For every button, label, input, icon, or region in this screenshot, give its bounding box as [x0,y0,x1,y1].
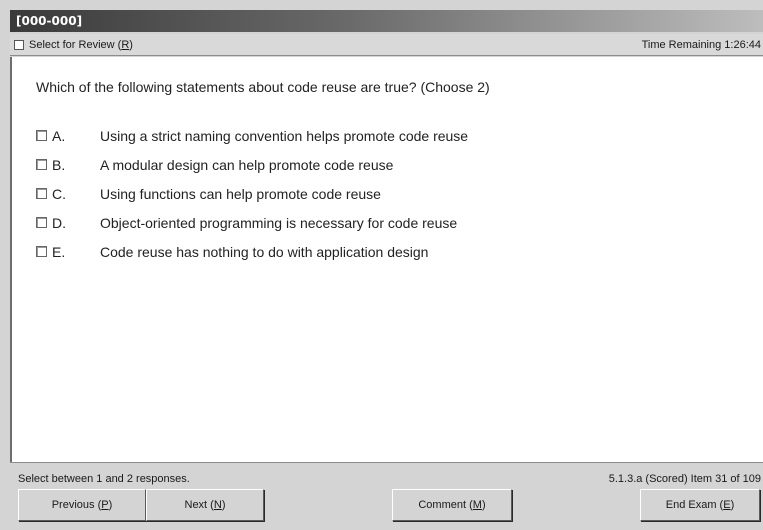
option-text: Code reuse has nothing to do with applic… [100,243,429,260]
previous-shortcut: P [101,499,109,511]
comment-button[interactable]: Comment (M) [392,489,512,521]
option-checkbox[interactable] [36,217,47,228]
next-label: Next [184,499,208,511]
answer-option-b[interactable]: B. A modular design can help promote cod… [36,150,468,179]
option-letter: D. [52,214,66,231]
answer-option-d[interactable]: D. Object-oriented programming is necess… [36,208,468,237]
time-remaining: Time Remaining 1:26:44 [641,38,761,51]
option-checkbox[interactable] [36,130,47,141]
option-letter: C. [52,185,66,202]
option-text: Object-oriented programming is necessary… [100,214,458,231]
comment-label: Comment [418,499,467,511]
question-panel: Which of the following statements about … [10,57,763,462]
option-letter: A. [52,127,66,144]
window-title-bar: [000-000] [10,10,763,32]
review-checkbox-box[interactable] [14,39,24,50]
review-label: Select for Review [29,38,115,51]
option-text: Using a strict naming convention helps p… [100,127,469,144]
select-for-review-checkbox[interactable]: Select for Review (R) [14,39,133,51]
end-exam-button[interactable]: End Exam (E) [640,489,760,521]
next-button[interactable]: Next (N) [146,489,264,521]
response-instructions: Select between 1 and 2 responses. [18,473,190,485]
comment-shortcut: M [472,499,482,511]
previous-label: Previous [51,499,95,511]
review-toolbar: Select for Review (R) Time Remaining 1:2… [10,34,763,56]
answer-option-c[interactable]: C. Using functions can help promote code… [36,179,468,208]
window-title: [000-000] [16,14,83,28]
option-checkbox[interactable] [36,159,47,170]
option-text: A modular design can help promote code r… [100,156,394,173]
next-shortcut: N [213,499,222,511]
review-shortcut: R [121,38,130,51]
end-exam-label: End Exam [665,499,717,511]
question-text: Which of the following statements about … [36,79,490,95]
answer-option-a[interactable]: A. Using a strict naming convention help… [36,121,468,150]
option-letter: B. [52,156,66,173]
option-checkbox[interactable] [36,246,47,257]
option-text: Using functions can help promote code re… [100,185,381,202]
previous-button[interactable]: Previous (P) [18,489,146,521]
answer-options: A. Using a strict naming convention help… [36,121,468,266]
option-checkbox[interactable] [36,188,47,199]
option-letter: E. [52,243,66,260]
answer-option-e[interactable]: E. Code reuse has nothing to do with app… [36,237,468,266]
exam-footer: Select between 1 and 2 responses. 5.1.3.… [10,462,763,530]
end-exam-shortcut: E [723,499,731,511]
item-status: 5.1.3.a (Scored) Item 31 of 109 [608,473,761,485]
